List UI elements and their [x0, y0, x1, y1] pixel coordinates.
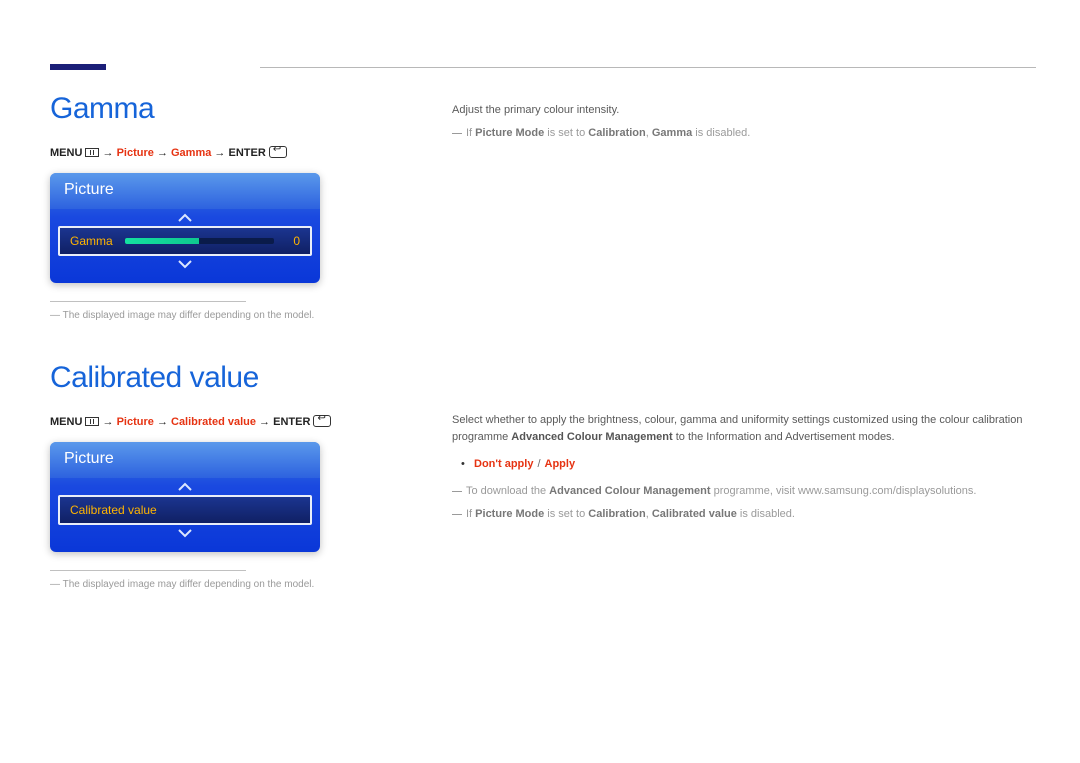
gamma-intro-text: Adjust the primary colour intensity.: [452, 102, 1042, 119]
gamma-description: Adjust the primary colour intensity. If …: [452, 102, 1042, 142]
para-text: to the Information and Advertisement mod…: [673, 431, 895, 443]
divider: [50, 301, 246, 302]
section-calibrated: Calibrated value MENU → Picture → Calibr…: [50, 361, 350, 590]
note-text: To download the: [466, 485, 549, 497]
osd-down-arrow: [50, 529, 320, 538]
osd-calibrated-row: Calibrated value: [58, 495, 312, 525]
chevron-down-icon: [178, 529, 192, 538]
osd-row-label: Calibrated value: [70, 503, 157, 517]
enter-icon: [313, 415, 331, 427]
menu-path-item: Gamma: [171, 147, 211, 159]
arrow-icon: →: [157, 147, 168, 159]
menu-path-category: Picture: [117, 147, 154, 159]
calibration-label: Calibration: [588, 127, 645, 139]
gamma-osd-panel: Picture Gamma 0: [50, 173, 320, 283]
header-accent-bar: [50, 64, 106, 70]
option-dont-apply: Don't apply: [474, 458, 533, 470]
right-column: Adjust the primary colour intensity. If …: [452, 102, 1042, 523]
calibrated-menu-path: MENU → Picture → Calibrated value → ENTE…: [50, 415, 350, 428]
osd-gamma-row: Gamma 0: [58, 226, 312, 256]
acm-label: Advanced Colour Management: [549, 485, 710, 497]
calibrated-osd-panel: Picture Calibrated value: [50, 442, 320, 552]
note-text: is set to: [544, 508, 588, 520]
calibration-label: Calibration: [588, 508, 645, 520]
osd-row-value: 0: [286, 234, 300, 248]
enter-label: ENTER: [228, 147, 265, 159]
calibrated-disclaimer: ― The displayed image may differ dependi…: [50, 579, 350, 590]
section-gamma: Gamma MENU → Picture → Gamma → ENTER Pic…: [50, 92, 350, 321]
calibrated-description: Select whether to apply the brightness, …: [452, 412, 1042, 523]
arrow-icon: →: [259, 416, 270, 428]
note-text: is disabled.: [692, 127, 750, 139]
menu-icon: [85, 148, 99, 157]
options-bullet: Don't apply/Apply: [452, 456, 1042, 473]
header-divider: [260, 67, 1036, 68]
enter-icon: [269, 146, 287, 158]
picture-mode-label: Picture Mode: [475, 127, 544, 139]
calibrated-note: If Picture Mode is set to Calibration, C…: [452, 506, 1042, 523]
menu-path-item: Calibrated value: [171, 416, 256, 428]
arrow-icon: →: [214, 147, 225, 159]
arrow-icon: →: [103, 416, 114, 428]
arrow-icon: →: [103, 147, 114, 159]
osd-panel-title: Picture: [50, 442, 320, 478]
osd-panel-title: Picture: [50, 173, 320, 209]
note-text: If: [466, 127, 475, 139]
disclaimer-text: The displayed image may differ depending…: [63, 579, 315, 590]
gamma-menu-path: MENU → Picture → Gamma → ENTER: [50, 146, 350, 159]
menu-label: MENU: [50, 147, 82, 159]
disclaimer-text: The displayed image may differ depending…: [63, 310, 315, 321]
option-apply: Apply: [545, 458, 576, 470]
gamma-note: If Picture Mode is set to Calibration, G…: [452, 125, 1042, 142]
calibrated-value-label: Calibrated value: [652, 508, 737, 520]
chevron-up-icon: [178, 213, 192, 222]
chevron-down-icon: [178, 260, 192, 269]
osd-slider-fill: [125, 238, 200, 244]
calibrated-title: Calibrated value: [50, 361, 350, 395]
arrow-icon: →: [157, 416, 168, 428]
download-note: To download the Advanced Colour Manageme…: [452, 483, 1042, 500]
gamma-disclaimer: ― The displayed image may differ dependi…: [50, 310, 350, 321]
osd-up-arrow: [50, 213, 320, 222]
left-column: Gamma MENU → Picture → Gamma → ENTER Pic…: [50, 92, 350, 590]
gamma-label: Gamma: [652, 127, 692, 139]
note-text: is set to: [544, 127, 588, 139]
note-text: programme, visit www.samsung.com/display…: [711, 485, 977, 497]
calibrated-intro-text: Select whether to apply the brightness, …: [452, 412, 1042, 446]
gamma-title: Gamma: [50, 92, 350, 126]
osd-row-label: Gamma: [70, 234, 113, 248]
chevron-up-icon: [178, 482, 192, 491]
note-text: If: [466, 508, 475, 520]
osd-down-arrow: [50, 260, 320, 269]
menu-icon: [85, 417, 99, 426]
divider: [50, 570, 246, 571]
menu-path-category: Picture: [117, 416, 154, 428]
acm-label: Advanced Colour Management: [511, 431, 672, 443]
osd-up-arrow: [50, 482, 320, 491]
osd-slider: [125, 238, 274, 244]
menu-label: MENU: [50, 416, 82, 428]
note-text: is disabled.: [737, 508, 795, 520]
picture-mode-label: Picture Mode: [475, 508, 544, 520]
enter-label: ENTER: [273, 416, 310, 428]
